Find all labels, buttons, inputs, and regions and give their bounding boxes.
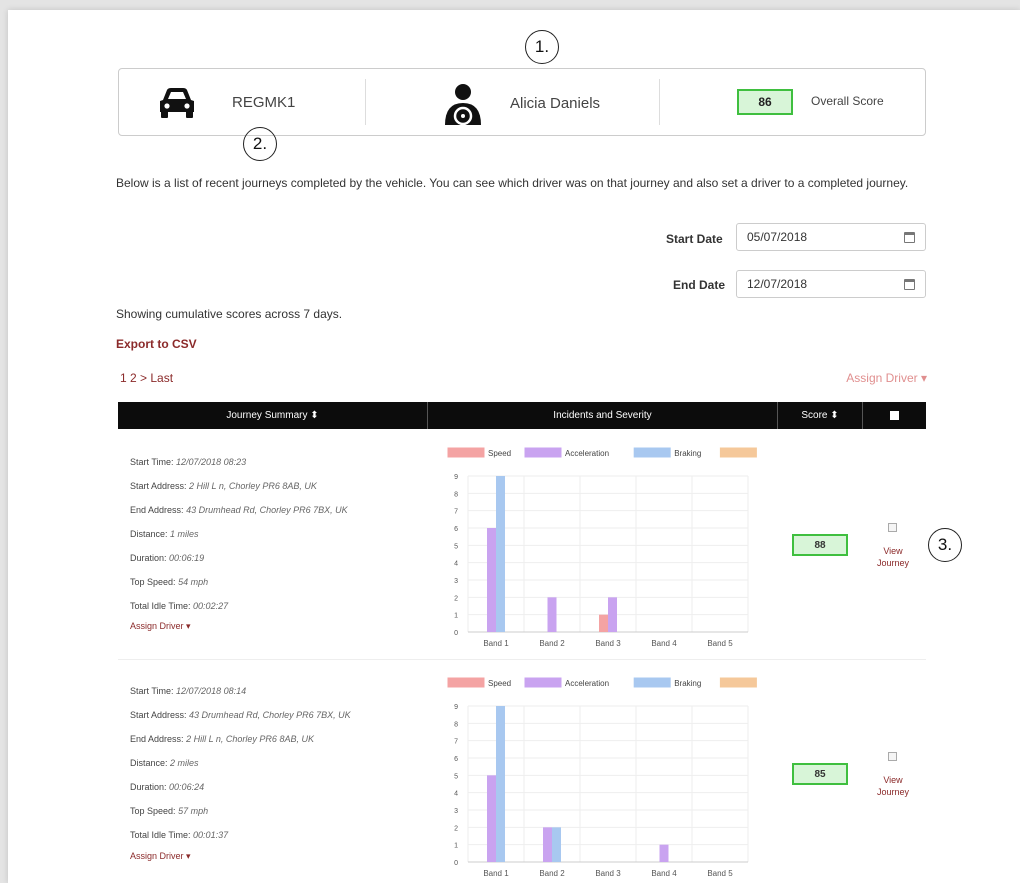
- annotation-marker-2: 2.: [243, 127, 277, 161]
- driver-icon: [445, 84, 481, 125]
- bar-acceleration: [659, 844, 669, 862]
- bar-braking: [496, 706, 505, 862]
- legend-swatch: [524, 677, 562, 688]
- legend-swatch: [524, 447, 562, 458]
- column-select-all[interactable]: [863, 402, 926, 429]
- y-tick-label: 5: [454, 543, 458, 550]
- legend-swatch: [719, 677, 757, 688]
- y-tick-label: 1: [454, 843, 458, 850]
- overall-score-badge: 86: [737, 89, 793, 115]
- bar-acceleration: [487, 775, 496, 862]
- incidents-chart: SpeedAccelerationBrakingIdle0123456789Ba…: [447, 677, 757, 876]
- y-tick-label: 6: [454, 756, 458, 763]
- y-tick-label: 1: [454, 613, 458, 620]
- export-csv-link[interactable]: Export to CSV: [116, 337, 197, 351]
- assign-driver-link[interactable]: Assign Driver ▾: [130, 851, 191, 862]
- row-select-checkbox[interactable]: [888, 523, 897, 532]
- pagination[interactable]: 1 2 > Last: [120, 371, 173, 385]
- y-tick-label: 3: [454, 578, 458, 585]
- annotation-marker-3: 3.: [928, 528, 962, 562]
- legend-label: Speed: [488, 449, 511, 458]
- x-tick-label: Band 4: [651, 639, 677, 646]
- page-description: Below is a list of recent journeys compl…: [116, 176, 909, 190]
- journey-score-badge: 88: [792, 534, 848, 556]
- overall-score-label: Overall Score: [811, 94, 884, 108]
- x-tick-label: Band 2: [539, 639, 565, 646]
- y-tick-label: 4: [454, 561, 458, 568]
- divider: [659, 79, 660, 125]
- bar-acceleration: [608, 597, 617, 632]
- bar-speed: [599, 614, 608, 632]
- showing-text: Showing cumulative scores across 7 days.: [116, 307, 343, 321]
- legend-swatch: [447, 677, 485, 688]
- end-date-label: End Date: [673, 278, 726, 292]
- incidents-chart: SpeedAccelerationBrakingIdle0123456789Ba…: [447, 447, 757, 646]
- y-tick-label: 9: [454, 704, 458, 711]
- y-tick-label: 8: [454, 491, 458, 498]
- legend-label: Braking: [674, 449, 701, 458]
- column-journey-summary[interactable]: Journey Summary ⬍: [118, 402, 428, 429]
- legend-label: Braking: [674, 679, 701, 688]
- journeys-table-header: Journey Summary ⬍ Incidents and Severity…: [118, 402, 926, 429]
- end-date-input[interactable]: 12/07/2018: [736, 270, 926, 298]
- start-date-label: Start Date: [666, 232, 723, 246]
- y-tick-label: 2: [454, 825, 458, 832]
- y-tick-label: 6: [454, 526, 458, 533]
- journey-details: Start Time: 12/07/2018 08:14 Start Addre…: [130, 686, 351, 840]
- journey-details: Start Time: 12/07/2018 08:23 Start Addre…: [130, 457, 348, 611]
- annotation-marker-1: 1.: [525, 30, 559, 64]
- y-tick-label: 5: [454, 773, 458, 780]
- x-tick-label: Band 4: [651, 869, 677, 876]
- row-divider: [118, 659, 926, 660]
- legend-label: Acceleration: [565, 449, 609, 458]
- select-all-checkbox[interactable]: [890, 411, 899, 420]
- legend-label: Speed: [488, 679, 511, 688]
- y-tick-label: 9: [454, 474, 458, 481]
- page-panel: 1. 2. 3. REGMK1 Alicia Daniels 86 Overal…: [8, 10, 1020, 883]
- journey-score-badge: 85: [792, 763, 848, 785]
- legend-label: Acceleration: [565, 679, 609, 688]
- car-icon: [160, 88, 194, 118]
- x-tick-label: Band 1: [483, 639, 509, 646]
- bar-braking: [552, 827, 561, 862]
- start-date-input[interactable]: 05/07/2018: [736, 223, 926, 251]
- divider: [365, 79, 366, 125]
- x-tick-label: Band 2: [539, 869, 565, 876]
- x-tick-label: Band 5: [707, 869, 733, 876]
- y-tick-label: 2: [454, 595, 458, 602]
- y-tick-label: 0: [454, 630, 458, 637]
- bar-acceleration: [487, 528, 496, 632]
- legend-swatch: [633, 447, 671, 458]
- x-tick-label: Band 5: [707, 639, 733, 646]
- y-tick-label: 0: [454, 860, 458, 867]
- calendar-icon[interactable]: [904, 232, 915, 243]
- column-incidents-severity: Incidents and Severity: [428, 402, 778, 429]
- x-tick-label: Band 1: [483, 869, 509, 876]
- view-journey-link[interactable]: View Journey: [868, 545, 918, 569]
- legend-swatch: [447, 447, 485, 458]
- column-score[interactable]: Score ⬍: [778, 402, 863, 429]
- y-tick-label: 4: [454, 791, 458, 798]
- legend-swatch: [633, 677, 671, 688]
- view-journey-link[interactable]: View Journey: [868, 774, 918, 798]
- start-date-value: 05/07/2018: [747, 230, 808, 244]
- end-date-value: 12/07/2018: [747, 277, 808, 291]
- calendar-icon[interactable]: [904, 279, 915, 290]
- bar-acceleration: [547, 597, 557, 632]
- assign-driver-link[interactable]: Assign Driver ▾: [130, 621, 191, 632]
- bar-acceleration: [543, 827, 552, 862]
- assign-driver-dropdown[interactable]: Assign Driver ▾: [846, 371, 927, 385]
- x-tick-label: Band 3: [595, 639, 621, 646]
- x-tick-label: Band 3: [595, 869, 621, 876]
- y-tick-label: 8: [454, 721, 458, 728]
- y-tick-label: 3: [454, 808, 458, 815]
- y-tick-label: 7: [454, 509, 458, 516]
- y-tick-label: 7: [454, 739, 458, 746]
- driver-name: Alicia Daniels: [510, 95, 601, 112]
- bar-braking: [496, 476, 505, 632]
- vehicle-registration: REGMK1: [232, 94, 296, 111]
- vehicle-driver-summary-card: REGMK1 Alicia Daniels 86 Overall Score: [118, 68, 926, 136]
- row-select-checkbox[interactable]: [888, 752, 897, 761]
- legend-swatch: [719, 447, 757, 458]
